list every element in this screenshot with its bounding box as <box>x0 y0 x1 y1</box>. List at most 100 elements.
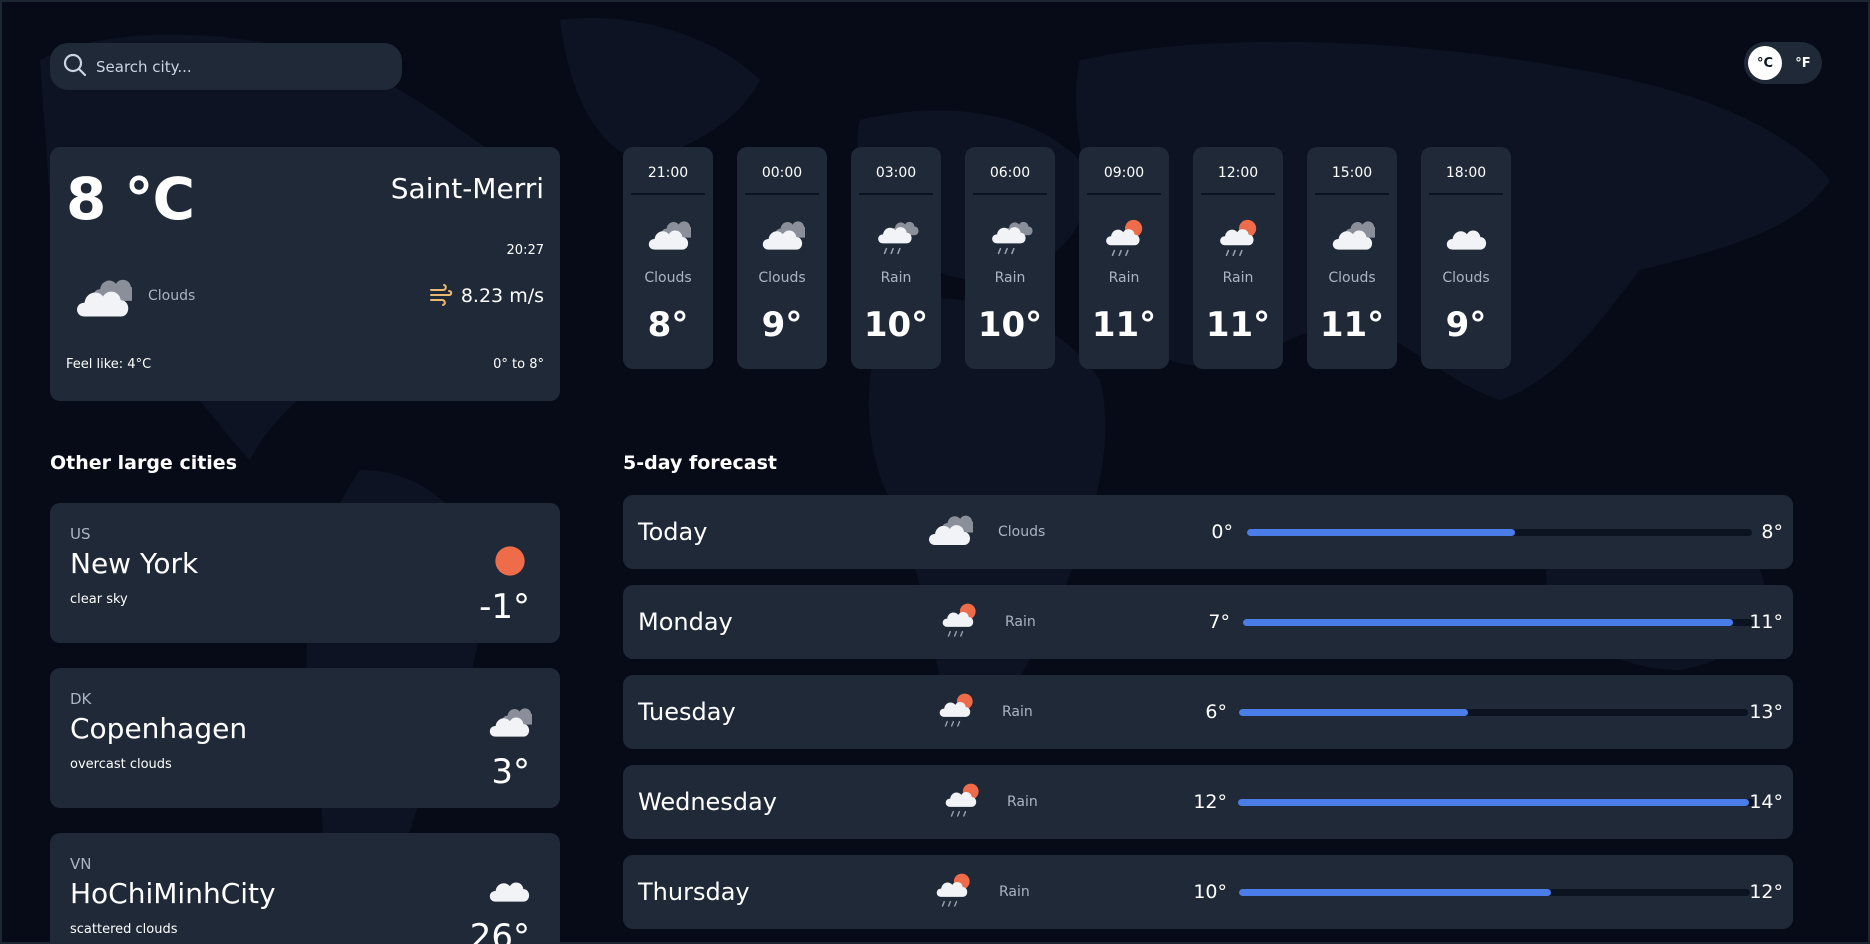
feels-like: Feel like: 4°C <box>66 357 152 372</box>
rain-sun-icon <box>932 871 974 917</box>
divider <box>1087 193 1161 195</box>
cloud-icon <box>1443 217 1489 267</box>
fahrenheit-button[interactable]: °F <box>1786 46 1820 80</box>
forecast-day: Monday <box>638 608 733 636</box>
hourly-time: 12:00 <box>1217 165 1259 181</box>
hourly-temp: 8° <box>647 305 689 345</box>
current-city: Saint-Merri <box>390 172 544 205</box>
wind-icon <box>428 282 454 312</box>
hourly-card: 18:00 Clouds 9° <box>1421 147 1511 369</box>
hourly-condition: Clouds <box>1442 270 1490 286</box>
clouds-icon <box>925 511 978 563</box>
city-card-hochiminhcity[interactable]: VN HoChiMinhCity scattered clouds 26° <box>50 833 560 944</box>
city-card-new-york[interactable]: US New York clear sky -1° <box>50 503 560 643</box>
forecast-min: 0° <box>1211 521 1233 543</box>
divider <box>1315 193 1389 195</box>
hourly-condition: Rain <box>1108 270 1140 286</box>
temperature-range-bar <box>1238 799 1754 806</box>
forecast-row: Wednesday Rain 12° 14° <box>623 765 1793 839</box>
cloud-icon <box>486 869 532 919</box>
city-name: HoChiMinhCity <box>70 877 276 910</box>
search-icon <box>62 52 88 82</box>
search-input[interactable] <box>96 57 376 76</box>
hourly-temp: 10° <box>863 305 929 345</box>
forecast-day: Tuesday <box>638 698 736 726</box>
rain-sun-icon <box>938 601 980 647</box>
forecast-min: 6° <box>1205 701 1227 723</box>
hourly-card: 00:00 Clouds 9° <box>737 147 827 369</box>
rain-sun-icon <box>935 691 977 737</box>
forecast-row: Tuesday Rain 6° 13° <box>623 675 1793 749</box>
rain-icon <box>987 217 1033 267</box>
forecast-title: 5-day forecast <box>623 452 777 474</box>
hourly-temp: 10° <box>977 305 1043 345</box>
city-description: clear sky <box>70 592 128 607</box>
other-cities-title: Other large cities <box>50 452 238 474</box>
hourly-condition: Clouds <box>758 270 806 286</box>
divider <box>1201 193 1275 195</box>
forecast-condition: Clouds <box>998 524 1046 540</box>
temperature-range-bar <box>1239 709 1748 716</box>
hourly-temp: 11° <box>1205 305 1271 345</box>
hourly-time: 15:00 <box>1331 165 1373 181</box>
hourly-card: 21:00 Clouds 8° <box>623 147 713 369</box>
city-temp: 3° <box>491 752 530 792</box>
hourly-card: 12:00 Rain 11° <box>1193 147 1283 369</box>
forecast-min: 10° <box>1193 881 1227 903</box>
hourly-temp: 9° <box>1445 305 1487 345</box>
divider <box>631 193 705 195</box>
hourly-time: 21:00 <box>647 165 689 181</box>
forecast-day: Today <box>638 518 708 546</box>
forecast-max: 11° <box>1749 611 1783 633</box>
clouds-icon <box>486 704 537 754</box>
divider <box>973 193 1047 195</box>
divider <box>1429 193 1503 195</box>
temperature-range-bar <box>1239 889 1750 896</box>
rain-sun-icon <box>941 781 983 827</box>
forecast-condition: Rain <box>1007 794 1038 810</box>
clouds-icon <box>1329 217 1380 267</box>
city-temp: -1° <box>479 587 530 627</box>
forecast-max: 8° <box>1761 521 1783 543</box>
hourly-card: 03:00 Rain 10° <box>851 147 941 369</box>
hourly-time: 03:00 <box>875 165 917 181</box>
hourly-card: 06:00 Rain 10° <box>965 147 1055 369</box>
city-temp: 26° <box>469 917 530 944</box>
hourly-condition: Rain <box>880 270 912 286</box>
current-weather-card: 8 °C Saint-Merri 20:27 Clouds 8.23 m/s F… <box>50 147 560 401</box>
rain-sun-icon <box>1215 217 1261 267</box>
clouds-icon <box>72 274 138 338</box>
divider <box>859 193 933 195</box>
hourly-time: 18:00 <box>1445 165 1487 181</box>
city-card-copenhagen[interactable]: DK Copenhagen overcast clouds 3° <box>50 668 560 808</box>
city-name: New York <box>70 547 199 580</box>
forecast-day: Wednesday <box>638 788 777 816</box>
forecast-row: Monday Rain 7° 11° <box>623 585 1793 659</box>
forecast-min: 7° <box>1208 611 1230 633</box>
divider <box>745 193 819 195</box>
clouds-icon <box>645 217 696 267</box>
unit-toggle[interactable]: °C °F <box>1744 42 1822 84</box>
rain-icon <box>873 217 919 267</box>
temperature-range-bar <box>1247 529 1752 536</box>
forecast-row: Today Clouds 0° 8° <box>623 495 1793 569</box>
city-description: scattered clouds <box>70 922 178 937</box>
celsius-button[interactable]: °C <box>1748 46 1782 80</box>
hourly-temp: 11° <box>1091 305 1157 345</box>
forecast-max: 14° <box>1749 791 1783 813</box>
hourly-condition: Clouds <box>644 270 692 286</box>
search-bar[interactable] <box>50 43 402 90</box>
city-description: overcast clouds <box>70 757 172 772</box>
forecast-max: 13° <box>1749 701 1783 723</box>
forecast-min: 12° <box>1193 791 1227 813</box>
hourly-condition: Rain <box>1222 270 1254 286</box>
hourly-time: 06:00 <box>989 165 1031 181</box>
city-country: VN <box>70 855 92 873</box>
forecast-day: Thursday <box>638 878 750 906</box>
hourly-card: 15:00 Clouds 11° <box>1307 147 1397 369</box>
sun-icon <box>488 539 532 587</box>
hourly-time: 00:00 <box>761 165 803 181</box>
temperature-range: 0° to 8° <box>493 357 544 372</box>
current-temperature: 8 °C <box>66 165 195 233</box>
hourly-condition: Rain <box>994 270 1026 286</box>
